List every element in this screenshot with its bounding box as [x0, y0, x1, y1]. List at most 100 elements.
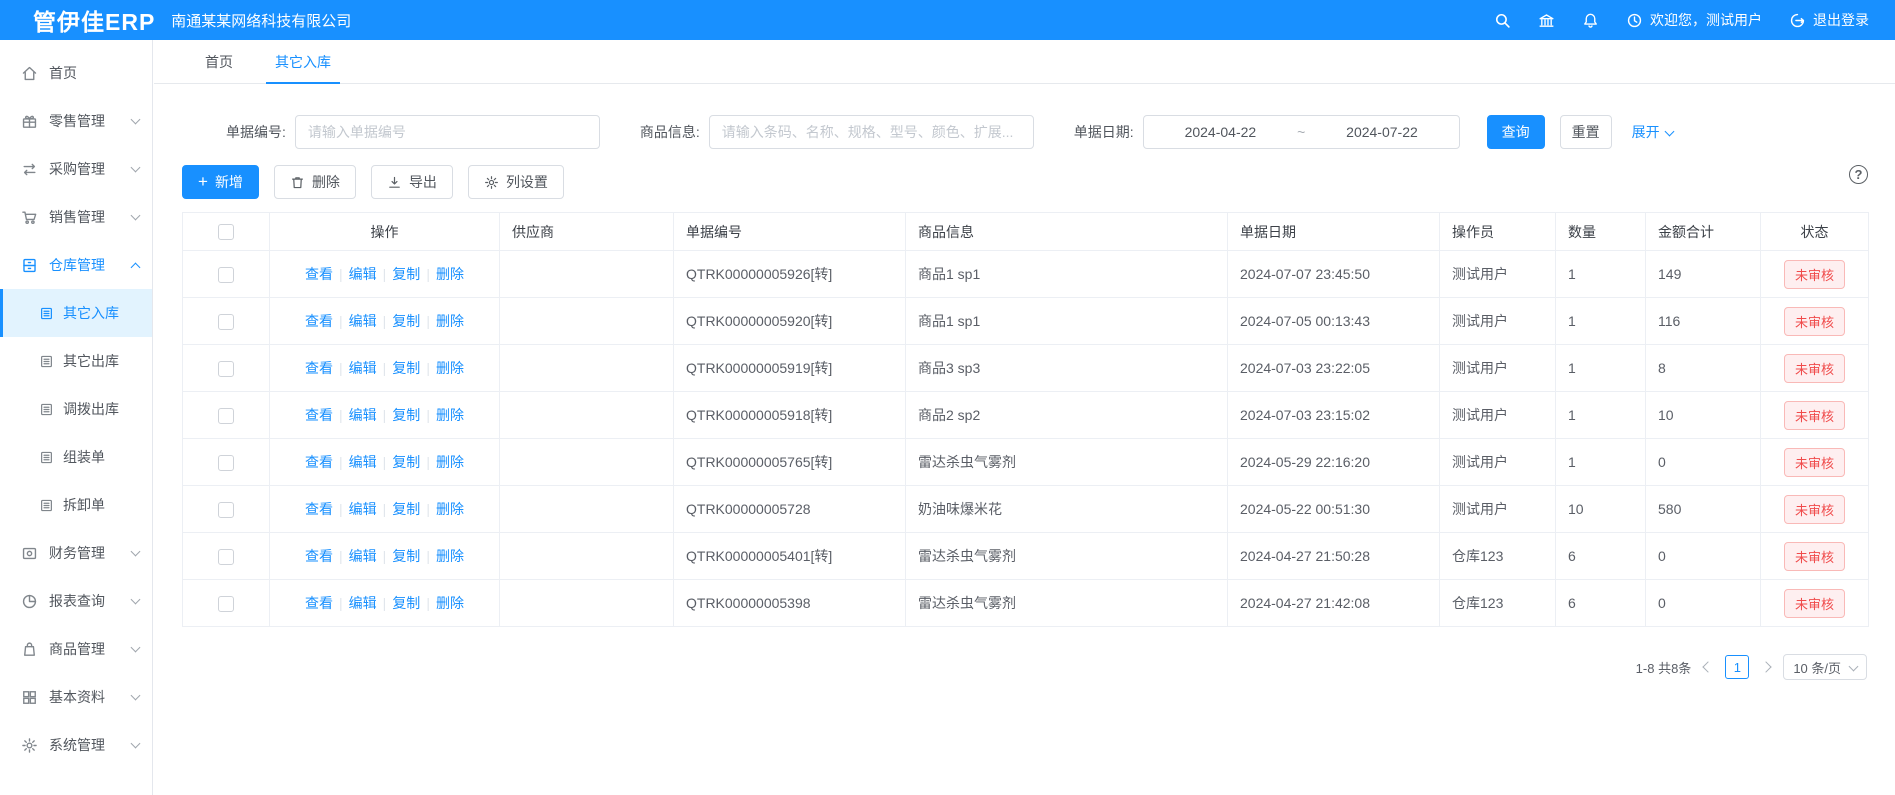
- view-link[interactable]: 查看: [305, 266, 333, 282]
- logout-button[interactable]: 退出登录: [1789, 10, 1869, 30]
- prev-page-icon[interactable]: [1703, 661, 1714, 672]
- row-checkbox[interactable]: [218, 361, 234, 377]
- delete-link[interactable]: 删除: [436, 313, 464, 329]
- sidebar-item-sales[interactable]: 销售管理: [0, 193, 152, 241]
- delete-link[interactable]: 删除: [436, 595, 464, 611]
- view-link[interactable]: 查看: [305, 360, 333, 376]
- copy-link[interactable]: 复制: [392, 407, 420, 423]
- sidebar-item-home[interactable]: 首页: [0, 49, 152, 97]
- next-page-icon[interactable]: [1761, 661, 1772, 672]
- table-row: 查看|编辑|复制|删除 QTRK00000005918[转] 商品2 sp2 2…: [183, 392, 1869, 439]
- cell-operator: 测试用户: [1440, 251, 1556, 298]
- cell-supplier: [500, 392, 674, 439]
- copy-link[interactable]: 复制: [392, 501, 420, 517]
- help-icon[interactable]: ?: [1849, 165, 1868, 184]
- table-row: 查看|编辑|复制|删除 QTRK00000005919[转] 商品3 sp3 2…: [183, 345, 1869, 392]
- search-icon[interactable]: [1494, 12, 1511, 29]
- sidebar-item-goods[interactable]: 商品管理: [0, 625, 152, 673]
- row-checkbox[interactable]: [218, 408, 234, 424]
- delete-link[interactable]: 删除: [436, 501, 464, 517]
- status-badge: 未审核: [1784, 354, 1845, 383]
- delete-link[interactable]: 删除: [436, 266, 464, 282]
- sidebar-item-retail[interactable]: 零售管理: [0, 97, 152, 145]
- view-link[interactable]: 查看: [305, 548, 333, 564]
- delete-link[interactable]: 删除: [436, 360, 464, 376]
- copy-link[interactable]: 复制: [392, 454, 420, 470]
- view-link[interactable]: 查看: [305, 501, 333, 517]
- cell-amount: 8: [1646, 345, 1761, 392]
- export-button[interactable]: 导出: [371, 165, 453, 199]
- chevron-down-icon: [131, 643, 141, 653]
- row-checkbox[interactable]: [218, 596, 234, 612]
- edit-link[interactable]: 编辑: [349, 501, 377, 517]
- cell-goods: 商品3 sp3: [906, 345, 1228, 392]
- select-all-checkbox[interactable]: [218, 224, 234, 240]
- row-checkbox[interactable]: [218, 267, 234, 283]
- page-number[interactable]: 1: [1725, 655, 1749, 679]
- delete-button[interactable]: 删除: [274, 165, 356, 199]
- row-checkbox[interactable]: [218, 455, 234, 471]
- row-checkbox[interactable]: [218, 549, 234, 565]
- sidebar-item-basic-data[interactable]: 基本资料: [0, 673, 152, 721]
- row-checkbox[interactable]: [218, 314, 234, 330]
- expand-toggle[interactable]: 展开: [1632, 122, 1673, 142]
- sidebar-item-system[interactable]: 系统管理: [0, 721, 152, 769]
- page-size-select[interactable]: 10 条/页: [1783, 654, 1867, 680]
- bank-icon[interactable]: [1538, 12, 1555, 29]
- date-end[interactable]: 2024-07-22: [1346, 124, 1418, 140]
- delete-link[interactable]: 删除: [436, 548, 464, 564]
- chevron-down-icon: [131, 163, 141, 173]
- delete-link[interactable]: 删除: [436, 454, 464, 470]
- sidebar-item-transfer-outbound[interactable]: 调拨出库: [0, 385, 152, 433]
- goods-info-input[interactable]: [709, 115, 1034, 149]
- bell-icon[interactable]: [1582, 12, 1599, 29]
- view-link[interactable]: 查看: [305, 454, 333, 470]
- edit-link[interactable]: 编辑: [349, 595, 377, 611]
- tab-home[interactable]: 首页: [184, 40, 254, 83]
- chevron-up-icon: [131, 262, 141, 272]
- view-link[interactable]: 查看: [305, 595, 333, 611]
- copy-link[interactable]: 复制: [392, 548, 420, 564]
- sidebar-item-assembly[interactable]: 组装单: [0, 433, 152, 481]
- date-start[interactable]: 2024-04-22: [1185, 124, 1257, 140]
- sidebar-item-finance[interactable]: 财务管理: [0, 529, 152, 577]
- cell-qty: 6: [1556, 533, 1646, 580]
- view-link[interactable]: 查看: [305, 407, 333, 423]
- welcome-user[interactable]: 欢迎您，测试用户: [1626, 10, 1762, 30]
- filter-bar: 单据编号: 商品信息: 单据日期: 2024-04-22 ~ 2024-07-2…: [226, 115, 1865, 149]
- view-link[interactable]: 查看: [305, 313, 333, 329]
- tab-other-inbound[interactable]: 其它入库: [254, 40, 352, 83]
- copy-link[interactable]: 复制: [392, 595, 420, 611]
- cart-icon: [21, 209, 38, 226]
- edit-link[interactable]: 编辑: [349, 313, 377, 329]
- delete-link[interactable]: 删除: [436, 407, 464, 423]
- sidebar-item-warehouse[interactable]: 仓库管理: [0, 241, 152, 289]
- edit-link[interactable]: 编辑: [349, 548, 377, 564]
- bill-no-input[interactable]: [295, 115, 600, 149]
- cell-supplier: [500, 251, 674, 298]
- date-range-picker[interactable]: 2024-04-22 ~ 2024-07-22: [1143, 115, 1460, 149]
- edit-link[interactable]: 编辑: [349, 454, 377, 470]
- edit-link[interactable]: 编辑: [349, 266, 377, 282]
- edit-link[interactable]: 编辑: [349, 360, 377, 376]
- sidebar-item-other-inbound[interactable]: 其它入库: [0, 289, 152, 337]
- edit-link[interactable]: 编辑: [349, 407, 377, 423]
- cell-amount: 149: [1646, 251, 1761, 298]
- sidebar-item-reports[interactable]: 报表查询: [0, 577, 152, 625]
- tab-bar: 首页 其它入库: [154, 40, 1895, 84]
- cell-goods: 商品1 sp1: [906, 251, 1228, 298]
- sidebar-item-other-outbound[interactable]: 其它出库: [0, 337, 152, 385]
- sidebar-item-disassembly[interactable]: 拆卸单: [0, 481, 152, 529]
- table-row: 查看|编辑|复制|删除 QTRK00000005926[转] 商品1 sp1 2…: [183, 251, 1869, 298]
- column-settings-button[interactable]: 列设置: [468, 165, 564, 199]
- copy-link[interactable]: 复制: [392, 313, 420, 329]
- sidebar-item-purchase[interactable]: 采购管理: [0, 145, 152, 193]
- reset-button[interactable]: 重置: [1560, 115, 1612, 149]
- row-checkbox[interactable]: [218, 502, 234, 518]
- cell-operator: 测试用户: [1440, 392, 1556, 439]
- copy-link[interactable]: 复制: [392, 360, 420, 376]
- search-button[interactable]: 查询: [1487, 115, 1545, 149]
- copy-link[interactable]: 复制: [392, 266, 420, 282]
- add-button[interactable]: +新增: [182, 165, 259, 199]
- table-row: 查看|编辑|复制|删除 QTRK00000005765[转] 雷达杀虫气雾剂 2…: [183, 439, 1869, 486]
